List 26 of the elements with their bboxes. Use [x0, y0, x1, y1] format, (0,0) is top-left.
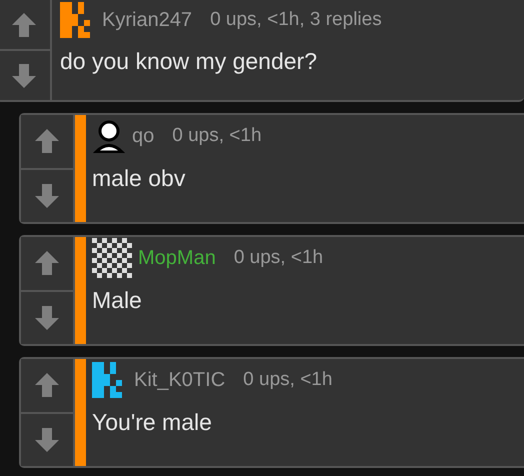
- comment-text: do you know my gender?: [60, 48, 318, 75]
- checkered-avatar-icon[interactable]: [92, 238, 132, 278]
- comment-meta: 0 ups, <1h: [172, 125, 262, 147]
- comment-meta: 0 ups, <1h: [234, 247, 324, 269]
- up-arrow-icon: [11, 12, 37, 38]
- username[interactable]: MopMan: [138, 246, 216, 270]
- down-arrow-icon: [11, 62, 37, 88]
- username[interactable]: qo: [132, 124, 154, 148]
- up-arrow-icon: [34, 250, 60, 276]
- username[interactable]: Kit_K0TIC: [134, 368, 226, 392]
- comment-text: You're male: [92, 409, 213, 436]
- down-arrow-icon: [34, 182, 60, 209]
- comment-text: Male: [92, 287, 143, 314]
- up-arrow-icon: [34, 372, 60, 398]
- down-arrow-icon: [34, 426, 60, 453]
- up-arrow-icon: [34, 128, 60, 154]
- down-arrow-icon: [34, 304, 60, 331]
- comment-text: male obv: [92, 165, 186, 192]
- downvote-button[interactable]: [0, 49, 50, 100]
- comment-meta: 0 ups, <1h: [243, 369, 332, 391]
- user-avatar-icon[interactable]: [92, 119, 126, 153]
- downvote-button[interactable]: [21, 290, 73, 344]
- downvote-button[interactable]: [21, 412, 73, 466]
- downvote-button[interactable]: [21, 168, 73, 222]
- username[interactable]: Kyrian247: [102, 8, 192, 32]
- comment-meta: 0 ups, <1h, 3 replies: [210, 9, 382, 31]
